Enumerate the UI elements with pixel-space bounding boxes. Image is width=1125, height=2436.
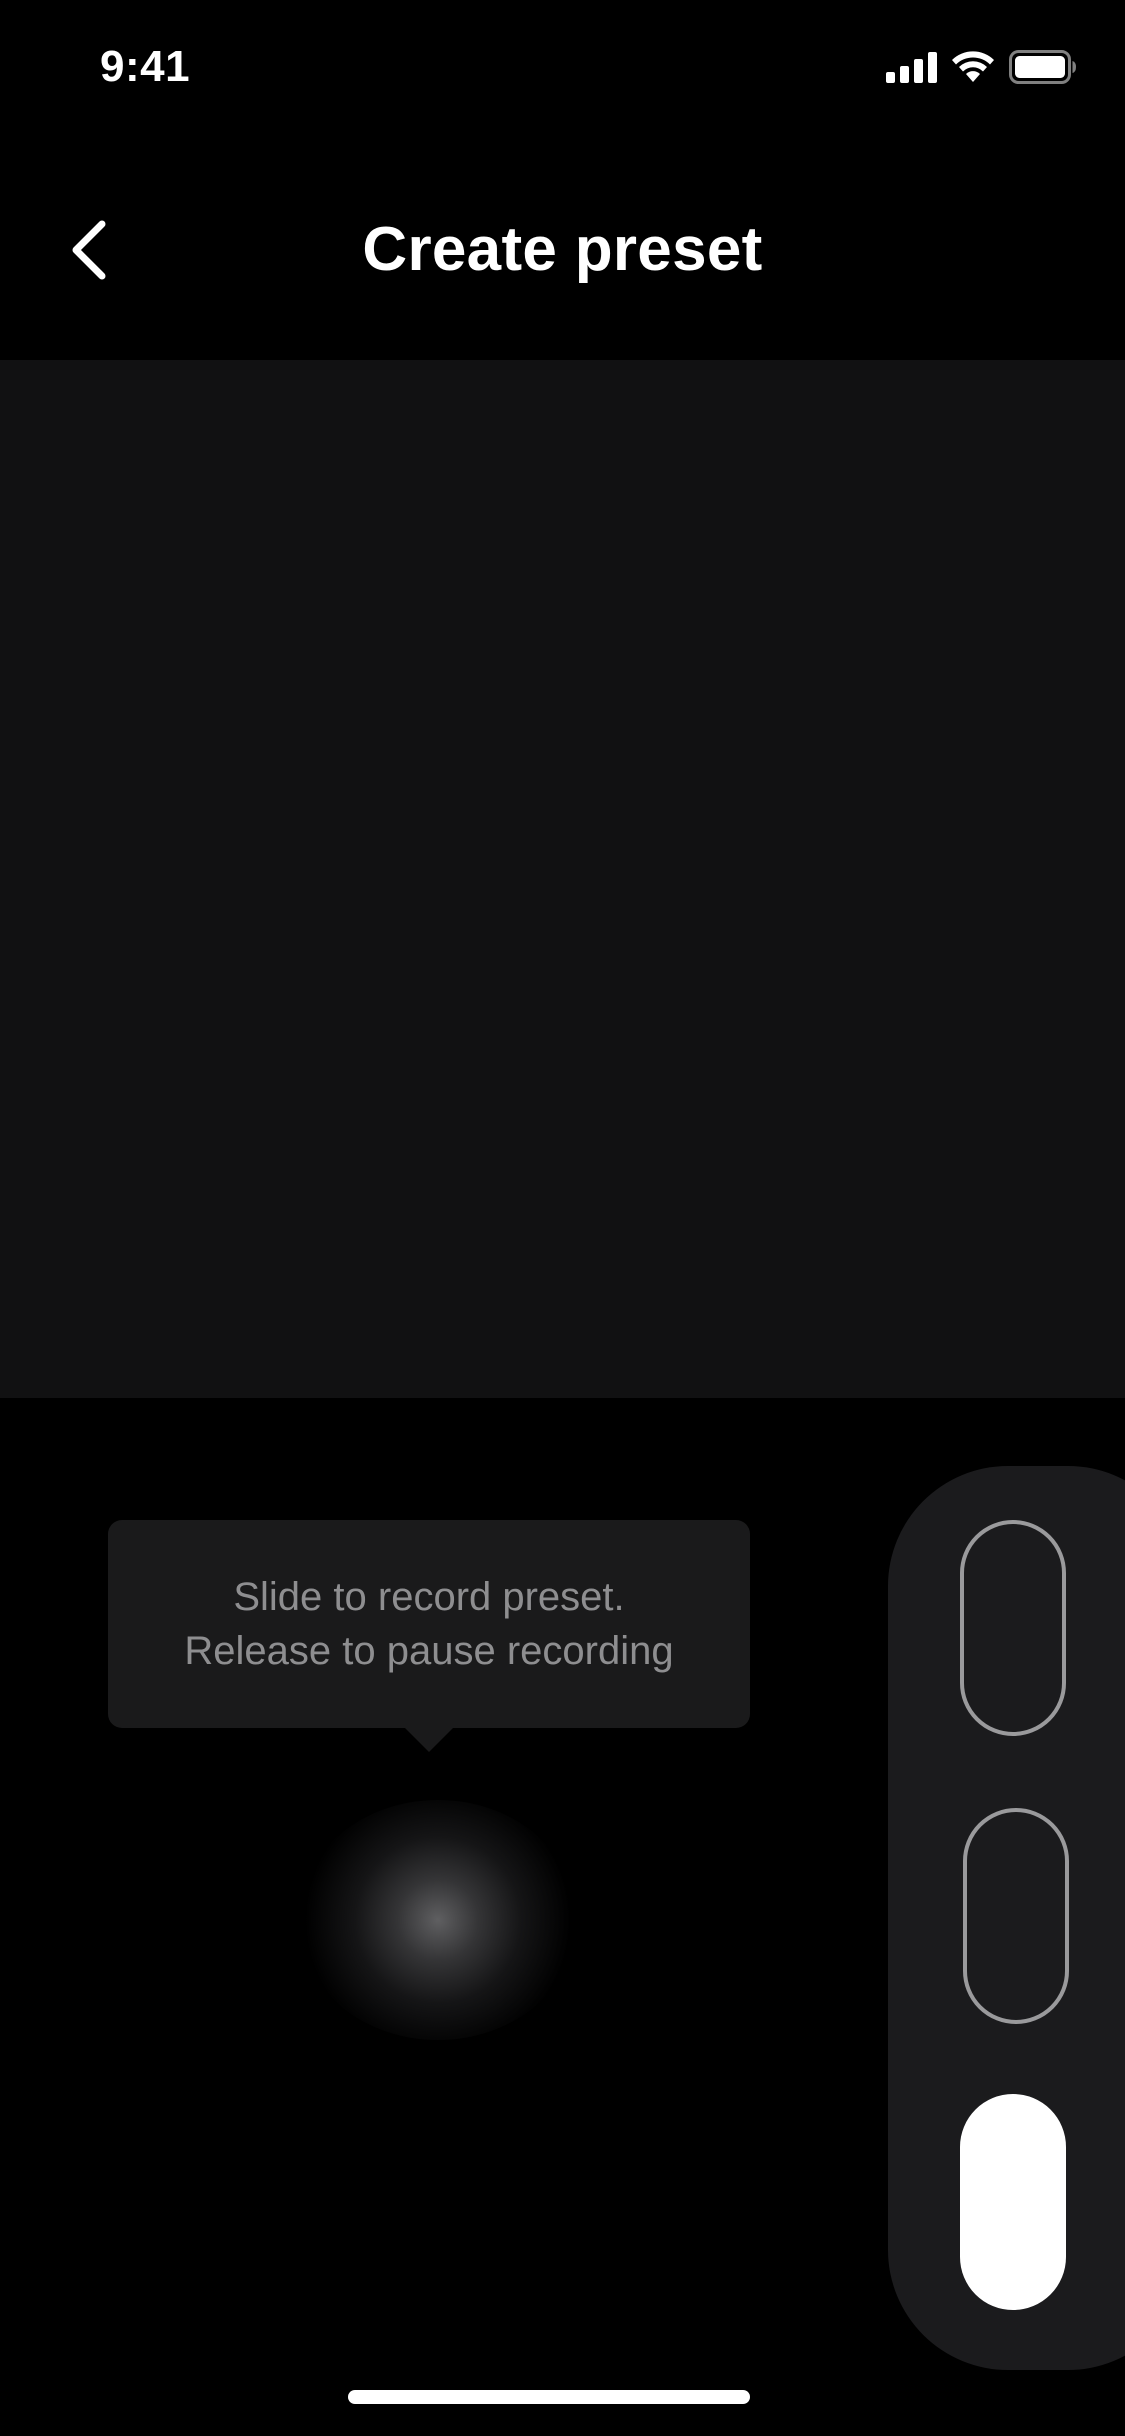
intensity-slider-panel[interactable] [888,1466,1125,2370]
status-bar: 9:41 [0,0,1125,140]
slider-slot-top[interactable] [960,1520,1066,1736]
tooltip-line-1: Slide to record preset. [233,1575,625,1619]
instruction-tooltip: Slide to record preset. Release to pause… [108,1520,750,1752]
home-indicator[interactable] [348,2390,750,2404]
slider-slot-bottom-active[interactable] [960,2094,1066,2310]
status-icons [886,50,1077,84]
wifi-icon [952,51,994,82]
tooltip-line-2: Release to pause recording [184,1629,674,1673]
create-preset-screen: 9:41 Create preset Slide to record prese… [0,0,1125,2436]
navigation-bar: Create preset [0,180,1125,320]
battery-icon [1009,50,1076,84]
status-time: 9:41 [100,42,191,91]
touch-point-glow[interactable] [298,1800,578,2040]
preset-preview-area [0,360,1125,1398]
page-title: Create preset [362,215,763,284]
cellular-signal-icon [886,51,937,83]
slider-slot-middle[interactable] [963,1808,1069,2024]
